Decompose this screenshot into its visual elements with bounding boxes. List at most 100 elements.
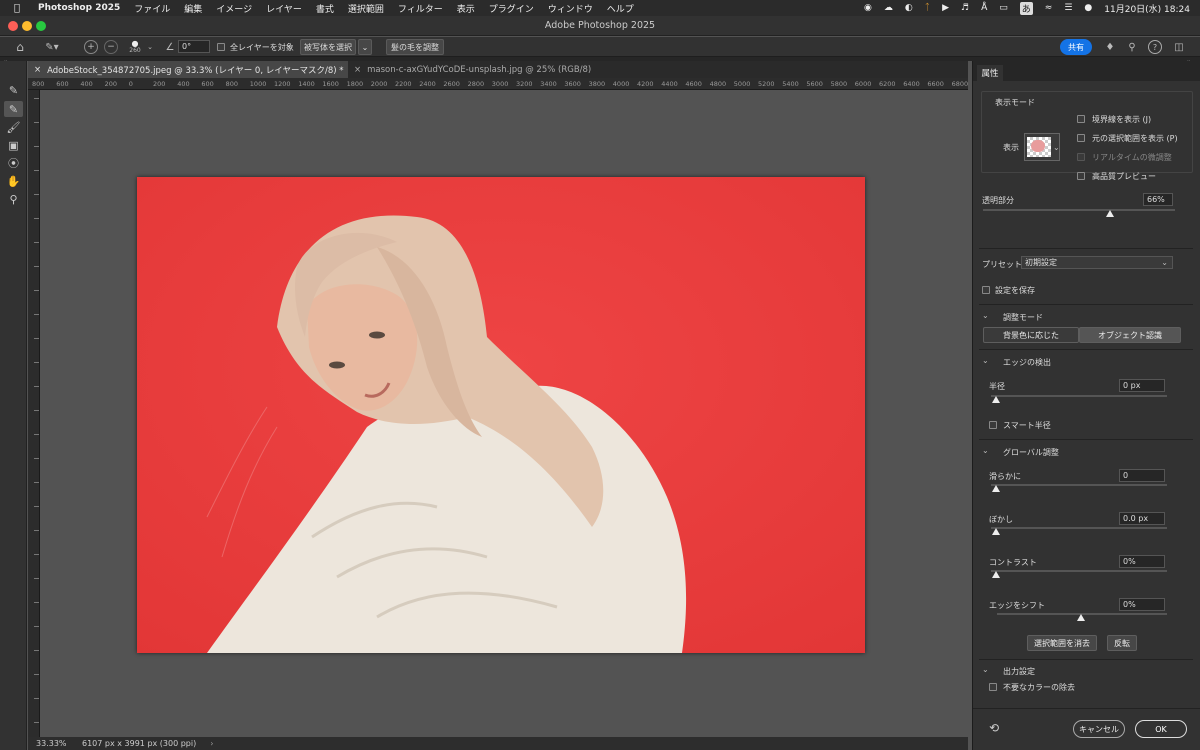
brush-size-picker[interactable]: ● 260 [124, 40, 146, 55]
transparency-slider-thumb[interactable] [1105, 210, 1114, 217]
object-aware-button[interactable]: オブジェクト認識 [1079, 327, 1181, 343]
sync-icon[interactable]: ◐ [905, 3, 913, 13]
color-aware-button[interactable]: 背景色に応じた [983, 327, 1079, 343]
document-image[interactable] [137, 177, 865, 653]
smooth-input[interactable]: 0 [1119, 469, 1165, 482]
menu-app-name[interactable]: Photoshop 2025 [38, 3, 120, 13]
contrast-slider[interactable] [991, 570, 1167, 572]
home-icon[interactable]: ⌂ [12, 40, 28, 54]
angle-input[interactable]: 0° [178, 40, 210, 53]
menu-select[interactable]: 選択範囲 [348, 2, 384, 15]
menu-view[interactable]: 表示 [457, 2, 475, 15]
control-center-icon[interactable]: ☰ [1064, 3, 1072, 13]
menu-help[interactable]: ヘルプ [607, 2, 634, 15]
vertical-ruler[interactable] [28, 90, 40, 737]
zoom-tool-icon[interactable]: ⚲ [4, 191, 23, 207]
battery-icon[interactable]: ▭ [999, 3, 1008, 13]
apple-icon[interactable]:  [14, 3, 28, 14]
search-icon[interactable]: ⚲ [1125, 40, 1139, 54]
share-button[interactable]: 共有 [1060, 39, 1092, 55]
status-bar: 33.33% 6107 px x 3991 px (300 ppi) › [28, 737, 968, 750]
bell-icon[interactable]: ♦ [1103, 40, 1117, 54]
menu-edit[interactable]: 編集 [184, 2, 202, 15]
close-icon[interactable]: × [34, 65, 41, 75]
menubar-clock[interactable]: 11月20日(水) 18:24 [1104, 2, 1190, 15]
bluetooth-icon[interactable]: Å [981, 3, 987, 13]
close-icon[interactable]: × [354, 65, 361, 75]
zoom-level[interactable]: 33.33% [36, 739, 78, 748]
cancel-button[interactable]: キャンセル [1073, 720, 1125, 738]
chevron-down-icon[interactable]: ⌄ [146, 40, 154, 54]
reset-icon[interactable]: ⟲ [989, 721, 999, 735]
horizontal-ruler[interactable]: 800 600 400 200 0 200 400 600 800 1000 1200 1400 160… [28, 78, 968, 90]
transparency-slider[interactable] [983, 209, 1175, 211]
brush-tool-icon[interactable]: 🖌 [4, 119, 23, 135]
creative-cloud-icon[interactable]: ◉ [864, 3, 872, 13]
volume-icon[interactable]: ♬ [961, 3, 969, 13]
show-original-checkbox[interactable] [1077, 133, 1085, 143]
invert-button[interactable]: 反転 [1107, 635, 1137, 651]
ok-button[interactable]: OK [1135, 720, 1187, 738]
lasso-tool-icon[interactable]: ⦿ [4, 155, 23, 171]
save-settings-label: 設定を保存 [995, 286, 1035, 295]
menu-image[interactable]: イメージ [216, 2, 252, 15]
refine-hair-button[interactable]: 髪の毛を調整 [386, 39, 444, 55]
all-layers-checkbox[interactable] [216, 40, 226, 54]
tool-preset-picker[interactable]: ✎▾ [38, 40, 66, 54]
contrast-input[interactable]: 0% [1119, 555, 1165, 568]
radius-slider-thumb[interactable] [992, 396, 1000, 403]
smooth-slider-thumb[interactable] [992, 485, 1000, 492]
refine-edge-brush-tool-icon[interactable]: ✎ [4, 101, 23, 117]
chevron-right-icon[interactable]: › [210, 739, 213, 748]
smart-radius-checkbox[interactable] [989, 420, 997, 430]
tab-document-2[interactable]: × mason-c-axGYudYCoDE-unsplash.jpg @ 25%… [348, 61, 608, 78]
hand-tool-icon[interactable]: ✋ [4, 173, 23, 189]
ime-indicator[interactable]: あ [1019, 1, 1033, 15]
view-mode-dropdown[interactable]: ⌄ [1024, 133, 1060, 161]
select-subject-button[interactable]: 被写体を選択 [300, 39, 356, 55]
feather-slider[interactable] [991, 527, 1167, 529]
hq-preview-checkbox[interactable] [1077, 171, 1085, 181]
transparency-input[interactable]: 66% [1143, 193, 1173, 206]
play-icon[interactable]: ▶ [942, 3, 949, 13]
object-selection-tool-icon[interactable]: ▣ [4, 137, 23, 153]
bolt-icon[interactable]: ᛏ [925, 3, 930, 13]
wifi-icon[interactable]: ≈ [1045, 3, 1053, 13]
save-settings-checkbox[interactable] [982, 285, 990, 295]
tab-properties[interactable]: 属性 [977, 65, 1003, 81]
siri-icon[interactable]: ● [1084, 3, 1092, 13]
quick-selection-tool-icon[interactable]: ✎ [4, 82, 23, 98]
preset-dropdown[interactable]: 初期設定 ⌄ [1021, 256, 1173, 269]
feather-slider-thumb[interactable] [992, 528, 1000, 535]
chevron-down-icon[interactable]: ⌄ [982, 311, 989, 320]
chevron-down-icon[interactable]: ⌄ [982, 446, 989, 455]
menu-file[interactable]: ファイル [134, 2, 170, 15]
ruler-label: 4400 [661, 80, 678, 88]
contrast-slider-thumb[interactable] [992, 571, 1000, 578]
chevron-down-icon[interactable]: ⌄ [982, 356, 989, 365]
show-edge-checkbox[interactable] [1077, 114, 1085, 124]
feather-input[interactable]: 0.0 px [1119, 512, 1165, 525]
help-icon[interactable]: ? [1148, 40, 1162, 54]
select-subject-dropdown[interactable]: ⌄ [358, 39, 372, 55]
workspace-icon[interactable]: ◫ [1172, 40, 1186, 54]
ruler-tick [34, 362, 39, 363]
shift-edge-slider-thumb[interactable] [1077, 614, 1085, 621]
radius-input[interactable]: 0 px [1119, 379, 1165, 392]
menu-layer[interactable]: レイヤー [266, 2, 302, 15]
clear-selection-button[interactable]: 選択範囲を消去 [1027, 635, 1097, 651]
decontaminate-checkbox[interactable] [989, 682, 997, 692]
realtime-checkbox[interactable] [1077, 152, 1085, 162]
menu-plugins[interactable]: プラグイン [489, 2, 534, 15]
cloud-icon[interactable]: ☁ [884, 3, 893, 13]
radius-slider[interactable] [991, 395, 1167, 397]
smooth-slider[interactable] [991, 484, 1167, 486]
shift-edge-input[interactable]: 0% [1119, 598, 1165, 611]
subtract-selection-icon[interactable]: − [104, 40, 118, 54]
add-to-selection-icon[interactable]: + [84, 40, 98, 54]
menu-window[interactable]: ウィンドウ [548, 2, 593, 15]
menu-filter[interactable]: フィルター [398, 2, 443, 15]
chevron-down-icon[interactable]: ⌄ [982, 665, 989, 674]
menu-type[interactable]: 書式 [316, 2, 334, 15]
tab-document-active[interactable]: × AdobeStock_354872705.jpeg @ 33.3% (レイヤ… [28, 61, 348, 78]
